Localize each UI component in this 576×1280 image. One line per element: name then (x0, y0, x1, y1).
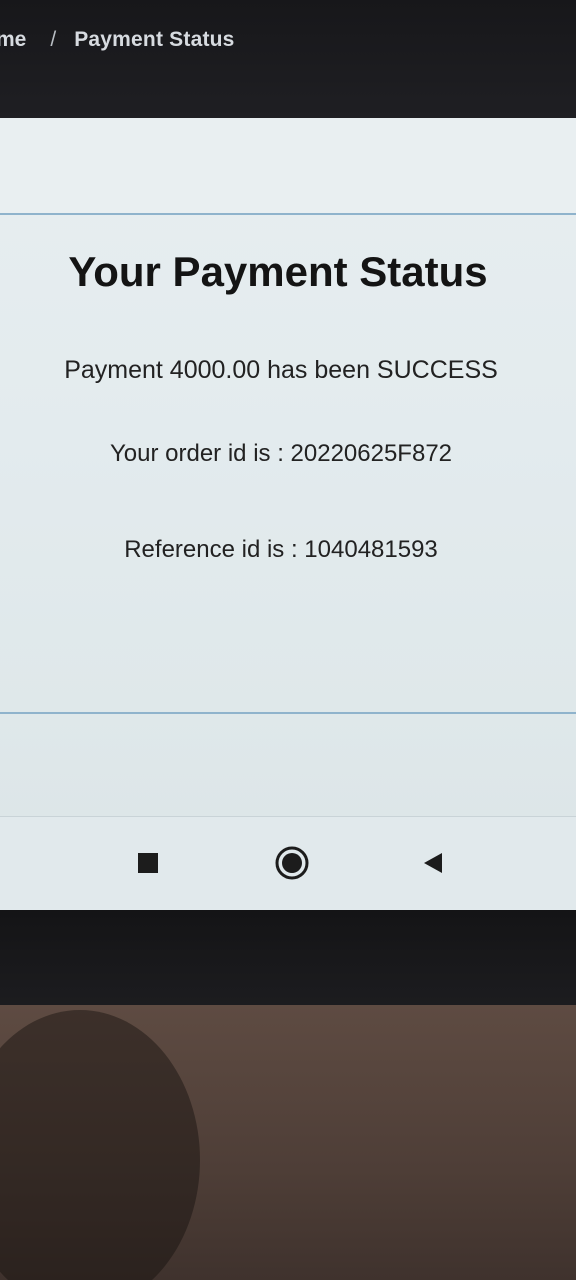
reference-id-text: Reference id is : 1040481593 (124, 536, 438, 563)
square-icon (137, 852, 159, 879)
payment-message: Payment 4000.00 has been SUCCESS (64, 356, 498, 384)
back-button[interactable] (414, 847, 450, 883)
phone-bezel (0, 910, 576, 1005)
breadcrumb-current: Payment Status (74, 28, 235, 51)
breadcrumb-home-link[interactable]: me (0, 28, 26, 52)
home-button[interactable] (274, 846, 310, 885)
order-id-text: Your order id is : 20220625F872 (109, 440, 453, 467)
breadcrumb: me / Payment Status (0, 28, 235, 52)
header-strip (0, 118, 576, 214)
page-title: Your Payment Status (68, 248, 488, 295)
top-divider (0, 213, 576, 215)
top-bar: me / Payment Status (0, 0, 576, 118)
circle-home-icon (275, 846, 309, 885)
recents-button[interactable] (130, 847, 166, 883)
bottom-divider (0, 712, 576, 714)
payment-status-screen: Your Payment Status Payment 4000.00 has … (0, 118, 576, 911)
photo-frame: me / Payment Status Your Payment Status … (0, 0, 576, 1280)
breadcrumb-separator: / (50, 28, 57, 51)
back-triangle-icon (420, 851, 444, 880)
android-nav-bar (0, 816, 576, 911)
